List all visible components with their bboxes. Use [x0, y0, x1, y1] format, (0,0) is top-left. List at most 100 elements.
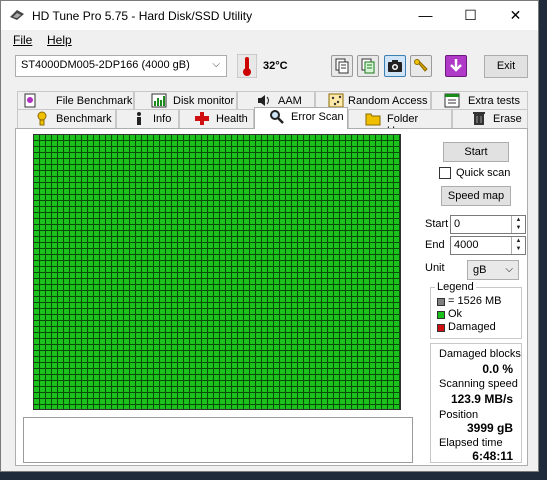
spin-down-icon[interactable]: ▼	[512, 245, 525, 253]
scan-block	[64, 405, 69, 409]
drive-select[interactable]: ST4000DM005-2DP166 (4000 gB) ⌵	[15, 55, 227, 77]
options-button[interactable]	[410, 55, 432, 77]
scan-block	[184, 183, 189, 188]
scan-block	[136, 393, 141, 398]
scan-block	[58, 297, 63, 302]
start-scan-button[interactable]: Start	[443, 142, 509, 162]
scan-block	[148, 399, 153, 404]
scan-block	[142, 351, 147, 356]
scan-block	[112, 399, 117, 404]
scan-block	[70, 333, 75, 338]
scan-block	[382, 351, 387, 356]
tab-benchmark[interactable]: Benchmark	[17, 109, 116, 128]
tab-health[interactable]: Health	[179, 109, 254, 128]
scan-block	[64, 165, 69, 170]
scan-block	[58, 189, 63, 194]
scan-block	[388, 315, 393, 320]
scan-block	[394, 261, 399, 266]
tab-label: Disk monitor	[173, 95, 235, 107]
tab-file-benchmark[interactable]: File Benchmark	[17, 91, 134, 110]
scan-block	[304, 255, 309, 260]
copy-info-button[interactable]	[331, 55, 353, 77]
maximize-button[interactable]: ☐	[448, 1, 493, 30]
scan-block	[160, 183, 165, 188]
speed-map-button[interactable]: Speed map	[441, 186, 511, 206]
scan-block	[316, 333, 321, 338]
scan-block	[94, 291, 99, 296]
scan-block	[190, 147, 195, 152]
scan-block	[220, 333, 225, 338]
scan-block	[310, 177, 315, 182]
tab-erase[interactable]: Erase	[452, 109, 528, 128]
scan-block	[94, 195, 99, 200]
download-arrow-icon	[450, 59, 462, 72]
scan-block	[268, 183, 273, 188]
scan-block	[166, 159, 171, 164]
scan-block	[70, 363, 75, 368]
scan-block	[124, 291, 129, 296]
scan-block	[376, 147, 381, 152]
title-bar[interactable]: HD Tune Pro 5.75 - Hard Disk/SSD Utility…	[1, 1, 538, 30]
scan-block	[370, 273, 375, 278]
end-spinner[interactable]: 4000 ▲ ▼	[450, 236, 526, 255]
scan-block	[94, 387, 99, 392]
scan-block	[88, 405, 93, 409]
scan-block	[388, 153, 393, 158]
save-button[interactable]	[445, 55, 467, 77]
close-button[interactable]: ✕	[493, 1, 538, 30]
disk-monitor-icon	[151, 93, 167, 108]
scan-block	[280, 285, 285, 290]
scan-block	[328, 399, 333, 404]
scan-block	[358, 309, 363, 314]
unit-select[interactable]: gB ⌵	[467, 260, 519, 280]
tab-folder-usage[interactable]: Folder Usage	[348, 109, 452, 137]
scan-block	[172, 381, 177, 386]
scan-block	[40, 249, 45, 254]
scan-block	[124, 321, 129, 326]
minimize-button[interactable]: —	[403, 1, 448, 30]
menu-file[interactable]: File	[13, 33, 32, 47]
scan-block	[250, 309, 255, 314]
screenshot-button[interactable]	[384, 55, 406, 77]
exit-button[interactable]: Exit	[484, 55, 528, 78]
scan-block	[196, 303, 201, 308]
scan-block	[142, 291, 147, 296]
menu-help[interactable]: Help	[47, 33, 72, 47]
scan-block	[328, 225, 333, 230]
copy-all-button[interactable]	[357, 55, 379, 77]
spin-down-icon[interactable]: ▼	[512, 224, 525, 232]
scan-block	[196, 351, 201, 356]
end-value: 4000	[454, 239, 479, 251]
tab-disk-monitor[interactable]: Disk monitor	[134, 91, 237, 110]
scan-block	[184, 243, 189, 248]
tab-error-scan[interactable]: Error Scan	[254, 107, 348, 129]
scan-block	[340, 405, 345, 409]
quick-scan-checkbox[interactable]	[439, 167, 451, 179]
spin-up-icon[interactable]: ▲	[512, 237, 525, 245]
scan-block	[226, 333, 231, 338]
scan-block	[100, 321, 105, 326]
tab-extra-tests[interactable]: Extra tests	[431, 91, 528, 110]
scan-block	[190, 135, 195, 140]
scan-block	[256, 339, 261, 344]
scan-block	[40, 357, 45, 362]
tab-info[interactable]: Info	[116, 109, 179, 128]
scan-block	[316, 201, 321, 206]
scan-block	[238, 147, 243, 152]
scan-block	[46, 321, 51, 326]
scan-block	[388, 393, 393, 398]
scan-block	[316, 177, 321, 182]
scan-block	[352, 141, 357, 146]
scan-block	[280, 393, 285, 398]
scan-block	[292, 201, 297, 206]
scan-block	[322, 183, 327, 188]
scan-block	[268, 321, 273, 326]
scan-block	[328, 261, 333, 266]
scan-block	[352, 333, 357, 338]
scan-block	[94, 405, 99, 409]
scan-block	[370, 387, 375, 392]
start-spinner[interactable]: 0 ▲ ▼	[450, 215, 526, 234]
scan-block	[40, 195, 45, 200]
spin-up-icon[interactable]: ▲	[512, 216, 525, 224]
scan-block	[160, 351, 165, 356]
